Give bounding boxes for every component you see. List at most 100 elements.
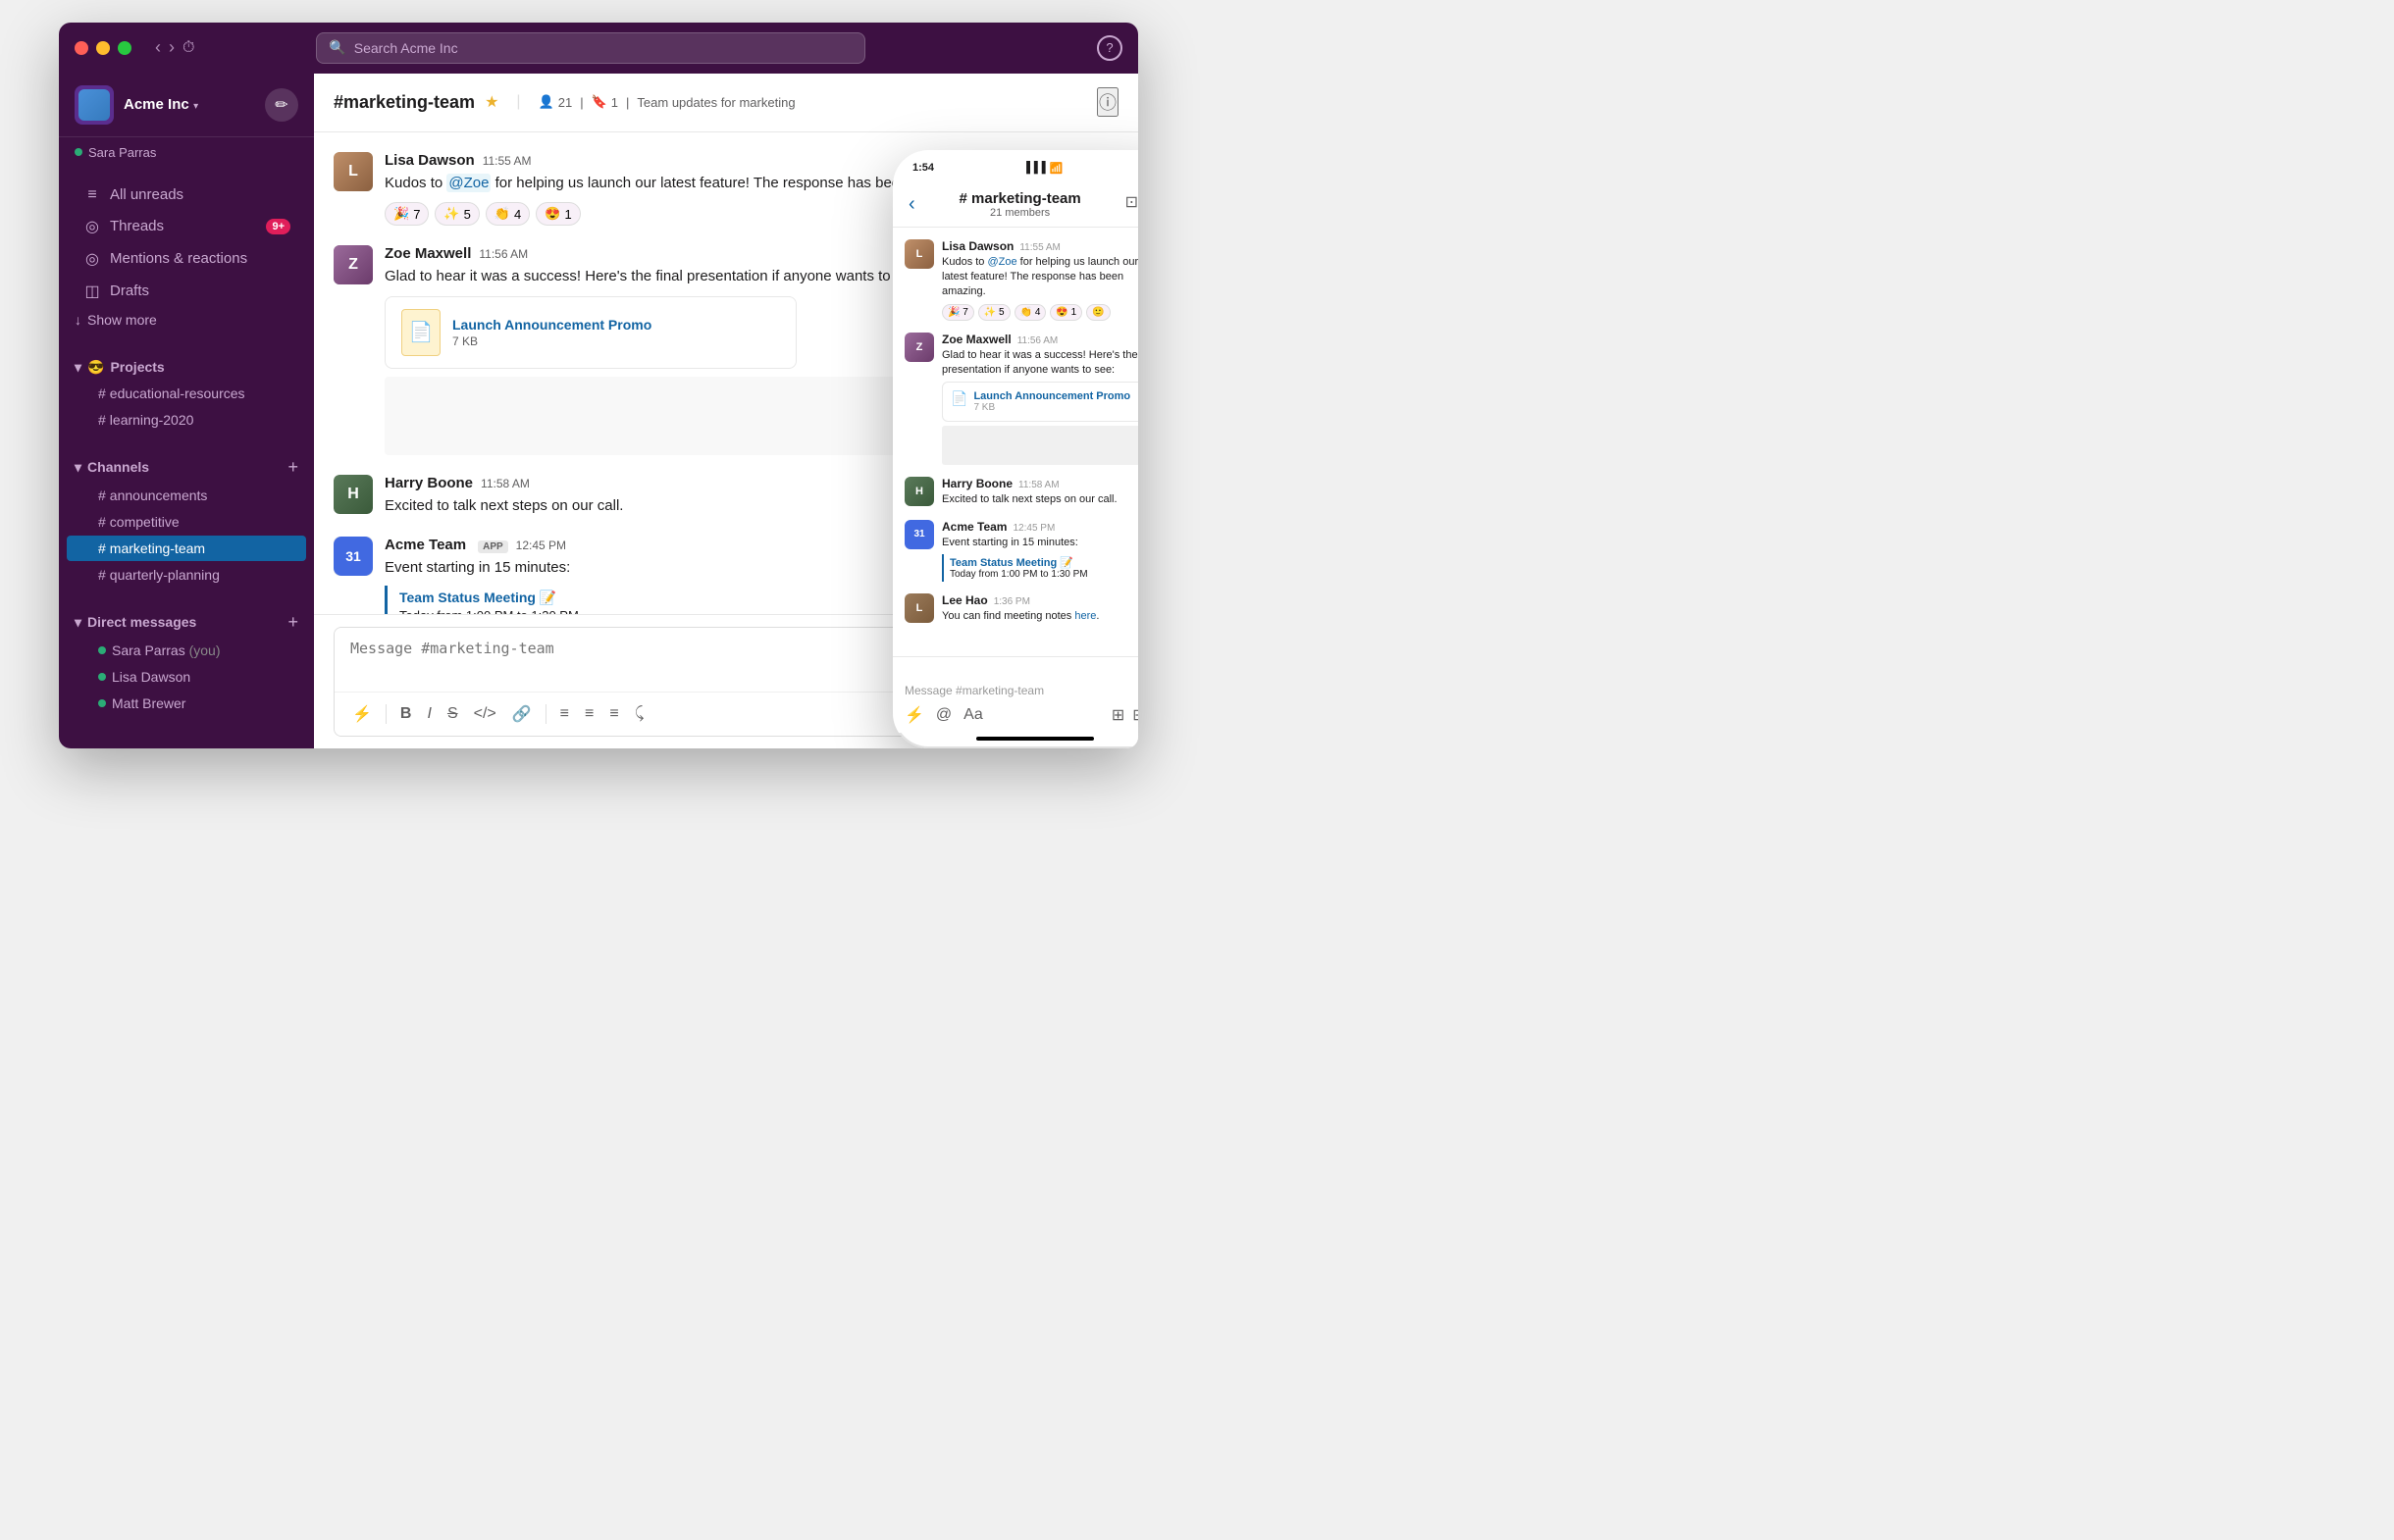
quote-button[interactable]: ≡ [603,701,624,727]
header-meta: 👤 21 | 🔖 1 | Team updates for marketing [539,94,796,110]
show-more-button[interactable]: ↓ Show more [59,308,314,332]
strikethrough-button[interactable]: S [442,701,464,727]
dm-matt[interactable]: Matt Brewer [67,691,306,716]
phone-input-placeholder[interactable]: Message #marketing-team [905,680,1138,705]
threads-icon: ◎ [82,217,102,236]
sidebar-item-mentions[interactable]: ◎ Mentions & reactions [67,243,306,275]
hash-icon: # [98,488,106,503]
person-icon: 👤 [539,94,554,110]
sidebar-item-drafts[interactable]: ◫ Drafts [67,276,306,307]
app-badge: APP [478,540,508,553]
file-name: Launch Announcement Promo [452,317,651,333]
dm-sara[interactable]: Sara Parras (you) [67,638,306,663]
channel-marketing: marketing-team [110,540,205,556]
phone-text-lee: You can find meeting notes here. [942,609,1138,624]
search-text: Search Acme Inc [354,40,458,56]
time-lisa: 11:55 AM [483,154,532,168]
reaction-heart-eyes[interactable]: 😍 1 [536,202,580,226]
channel-item-quarterly[interactable]: # quarterly-planning [67,562,306,588]
phone-author-lee: Lee Hao [942,593,988,607]
projects-section-header[interactable]: ▾ 😎 Projects [59,355,314,380]
close-button[interactable] [75,41,88,55]
workspace-name[interactable]: Acme Inc [124,96,189,113]
minimize-button[interactable] [96,41,110,55]
phone-attach-icon[interactable]: ⊞ [1112,705,1124,725]
phone-lightning-icon[interactable]: ⚡ [905,705,924,725]
phone-message-acme: 31 Acme Team 12:45 PM Event starting in … [905,520,1138,582]
help-button[interactable]: ? [1097,35,1122,61]
history-button[interactable]: ⏱ [182,37,194,58]
phone-home-indicator [976,737,1094,741]
add-dm-button[interactable]: + [287,612,298,633]
sidebar-item-all-unreads[interactable]: ≡ All unreads [67,180,306,210]
code-button[interactable]: </> [468,701,502,727]
add-channel-button[interactable]: + [287,457,298,478]
reaction-sparkles[interactable]: ✨ 5 [435,202,479,226]
phone-avatar-lee: L [905,593,934,623]
phone-msg-body-harry: Harry Boone 11:58 AM Excited to talk nex… [942,477,1138,507]
workspace-avatar-inner [78,89,110,121]
phone-reaction-clap[interactable]: 👏 4 [1015,304,1047,321]
channel-item-learning[interactable]: # learning-2020 [67,407,306,433]
sidebar-item-threads[interactable]: ◎ Threads 9+ [67,211,306,242]
phone-file-attach[interactable]: 📄 Launch Announcement Promo 7 KB [942,382,1138,422]
reaction-count: 7 [413,207,420,222]
phone-image-icon[interactable]: ⊟ [1132,705,1138,725]
title-bar: ‹ › ⏱ 🔍 Search Acme Inc ? [59,23,1138,74]
phone-back-button[interactable]: ‹ [909,193,915,216]
channel-item-announcements[interactable]: # announcements [67,483,306,508]
channels-label: Channels [87,459,149,475]
mention-zoe[interactable]: @Zoe [446,174,491,192]
mentions-label: Mentions & reactions [110,250,247,267]
drafts-icon: ◫ [82,282,102,301]
phone-msg-body-lisa: Lisa Dawson 11:55 AM Kudos to @Zoe for h… [942,239,1138,321]
bold-button[interactable]: B [394,701,418,727]
bookmark-icon: 🔖 [592,94,607,110]
phone-msg-header-zoe: Zoe Maxwell 11:56 AM [942,333,1138,346]
channel-name-educational: educational-resources [110,385,245,401]
phone-author-lisa: Lisa Dawson [942,239,1014,253]
compose-button[interactable]: ✏ [265,88,298,122]
phone-input-toolbar: ⚡ @ Aa ⊞ ⊟ ▷ [905,705,1138,725]
phone-reaction-hearts[interactable]: 😍 1 [1050,304,1082,321]
time-zoe: 11:56 AM [479,247,528,261]
avatar-acme: 31 [334,537,373,576]
maximize-button[interactable] [118,41,131,55]
threads-badge: 9+ [266,219,290,234]
channels-section-header[interactable]: ▾ Channels + [59,453,314,482]
block-button[interactable]: ⤹ [629,701,651,727]
forward-button[interactable]: › [169,37,175,58]
sidebar: Acme Inc ▾ ✏ Sara Parras ≡ All unreads ◎… [59,74,314,748]
lightning-button[interactable]: ⚡ [346,700,378,728]
phone-reaction-sparkles[interactable]: ✨ 5 [978,304,1011,321]
phone-author-acme: Acme Team [942,520,1007,534]
phone-reaction-party[interactable]: 🎉 7 [942,304,974,321]
dm-name-sara: Sara Parras (you) [112,642,221,658]
channel-item-competitive[interactable]: # competitive [67,509,306,535]
hash-icon: # [98,412,106,428]
phone-aa-icon[interactable]: Aa [963,706,983,724]
dm-lisa[interactable]: Lisa Dawson [67,664,306,690]
dm-section-header[interactable]: ▾ Direct messages + [59,608,314,637]
italic-button[interactable]: I [421,701,437,727]
phone-at-icon[interactable]: @ [936,706,952,724]
channel-item-marketing[interactable]: # marketing-team [67,536,306,561]
back-button[interactable]: ‹ [155,37,161,58]
file-attachment[interactable]: 📄 Launch Announcement Promo 7 KB [385,296,797,369]
channel-star-icon[interactable]: ★ [485,92,498,112]
phone-text-lisa: Kudos to @Zoe for helping us launch our … [942,255,1138,300]
channel-info-button[interactable]: ⓘ [1097,87,1119,117]
search-bar[interactable]: 🔍 Search Acme Inc [316,32,865,64]
reaction-clap[interactable]: 👏 4 [486,202,530,226]
unordered-list-button[interactable]: ≡ [579,701,599,727]
show-more-arrow-icon: ↓ [75,312,81,328]
link-button[interactable]: 🔗 [506,700,538,728]
channel-item-educational[interactable]: # educational-resources [67,381,306,406]
ordered-list-button[interactable]: ≡ [554,701,575,727]
avatar-harry: H [334,475,373,514]
phone-reaction-add[interactable]: 🙂 [1086,304,1110,321]
phone-link-notes[interactable]: here [1074,610,1096,622]
reaction-party[interactable]: 🎉 7 [385,202,429,226]
phone-search-icon[interactable]: ⊡ [1125,192,1138,216]
sidebar-nav: ≡ All unreads ◎ Threads 9+ ◎ Mentions & … [59,172,314,339]
